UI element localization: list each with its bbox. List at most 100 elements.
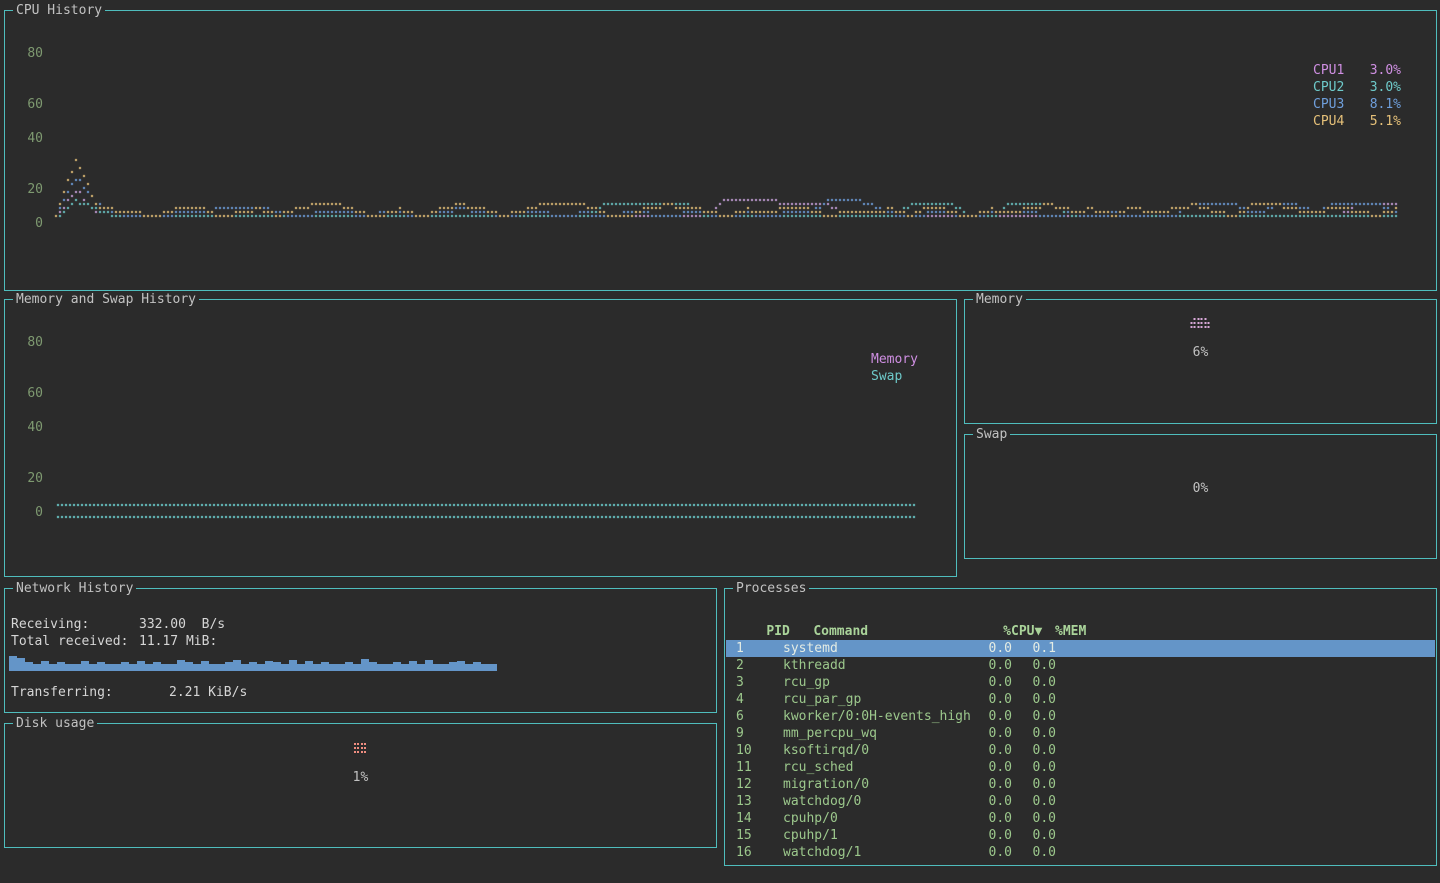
memswap-legend-item: Memory <box>871 351 918 368</box>
process-cell: 0.1 <box>1012 640 1056 657</box>
process-cell: 0.0 <box>1012 844 1056 861</box>
process-row[interactable]: 4rcu_par_gp0.00.0 <box>726 691 1435 708</box>
process-cell: migration/0 <box>783 776 971 793</box>
process-cell: 0.0 <box>1012 793 1056 810</box>
process-cell: 0.0 <box>971 657 1012 674</box>
network-history-title: Network History <box>13 580 136 597</box>
cpu-ytick-80: 80 <box>17 45 43 62</box>
column-header-cpu[interactable]: %CPU▼ <box>1001 623 1042 640</box>
cpu2-label: CPU2 <box>1313 79 1357 96</box>
process-row[interactable]: 13watchdog/00.00.0 <box>726 793 1435 810</box>
process-cell: 0.0 <box>971 793 1012 810</box>
process-cell: 3 <box>726 674 783 691</box>
column-header-mem[interactable]: %MEM <box>1042 623 1086 640</box>
swap-panel: Swap 0% <box>964 434 1437 559</box>
process-cell: 0.0 <box>1012 776 1056 793</box>
cpu-legend-item: CPU38.1% <box>1313 96 1401 113</box>
process-row[interactable]: 16watchdog/10.00.0 <box>726 844 1435 861</box>
process-row[interactable]: 1systemd0.00.1 <box>726 640 1435 657</box>
cpu-history-panel: CPU History 80 60 40 20 0 CPU13.0% CPU23… <box>4 10 1437 291</box>
process-row[interactable]: 2kthreadd0.00.0 <box>726 657 1435 674</box>
network-receive-sparkline <box>9 653 501 671</box>
cpu4-label: CPU4 <box>1313 113 1357 130</box>
process-row[interactable]: 9mm_percpu_wq0.00.0 <box>726 725 1435 742</box>
process-cell: 9 <box>726 725 783 742</box>
process-row[interactable]: 12migration/00.00.0 <box>726 776 1435 793</box>
swap-title: Swap <box>973 426 1010 443</box>
process-cell: cpuhp/0 <box>783 810 971 827</box>
memswap-history-panel: Memory and Swap History 80 60 40 20 0 Me… <box>4 299 957 577</box>
receiving-label: Receiving: <box>11 616 139 633</box>
process-cell: 0.0 <box>971 827 1012 844</box>
cpu-ytick-60: 60 <box>17 96 43 113</box>
disk-usage-value: 1% <box>5 769 716 786</box>
process-cell: 2 <box>726 657 783 674</box>
process-cell: 0.0 <box>971 810 1012 827</box>
process-cell: 14 <box>726 810 783 827</box>
memswap-legend: Memory Swap <box>871 351 918 385</box>
process-cell: 1 <box>726 640 783 657</box>
memory-usage-value: 6% <box>965 344 1436 361</box>
cpu3-label: CPU3 <box>1313 96 1357 113</box>
process-cell: cpuhp/1 <box>783 827 971 844</box>
process-cell: 0.0 <box>971 708 1012 725</box>
process-rows: 1systemd0.00.12kthreadd0.00.03rcu_gp0.00… <box>726 640 1435 861</box>
cpu-legend-item: CPU45.1% <box>1313 113 1401 130</box>
process-cell: 0.0 <box>971 776 1012 793</box>
transferring-label: Transferring: <box>11 684 139 701</box>
process-cell: 0.0 <box>1012 657 1056 674</box>
process-cell: 0.0 <box>971 725 1012 742</box>
process-cell: watchdog/1 <box>783 844 971 861</box>
cpu-history-chart <box>5 11 1436 290</box>
process-cell: 0.0 <box>971 742 1012 759</box>
process-row[interactable]: 14cpuhp/00.00.0 <box>726 810 1435 827</box>
cpu-legend-item: CPU13.0% <box>1313 62 1401 79</box>
cpu-legend-item: CPU23.0% <box>1313 79 1401 96</box>
process-row[interactable]: 10ksoftirqd/00.00.0 <box>726 742 1435 759</box>
process-row[interactable]: 6kworker/0:0H-events_high0.00.0 <box>726 708 1435 725</box>
cpu-ytick-20: 20 <box>17 181 43 198</box>
process-cell: 0.0 <box>1012 759 1056 776</box>
column-header-pid[interactable]: PID <box>756 623 813 640</box>
receiving-value: 332.00 B/s <box>139 617 225 632</box>
network-history-panel: Network History Receiving:332.00 B/s Tot… <box>4 588 717 713</box>
process-cell: kthreadd <box>783 657 971 674</box>
process-row[interactable]: 15cpuhp/10.00.0 <box>726 827 1435 844</box>
process-cell: ksoftirqd/0 <box>783 742 971 759</box>
process-cell: 16 <box>726 844 783 861</box>
process-cell: 0.0 <box>971 844 1012 861</box>
process-cell: 0.0 <box>971 691 1012 708</box>
cpu1-value: 3.0% <box>1357 62 1401 79</box>
processes-panel: Processes PIDCommand%CPU▼%MEM 1systemd0.… <box>724 588 1437 866</box>
process-cell: 13 <box>726 793 783 810</box>
process-cell: kworker/0:0H-events_high <box>783 708 971 725</box>
memswap-ytick-40: 40 <box>17 419 43 436</box>
cpu-ytick-0: 0 <box>17 215 43 232</box>
memswap-ytick-60: 60 <box>17 385 43 402</box>
process-cell: 15 <box>726 827 783 844</box>
process-cell: 0.0 <box>971 759 1012 776</box>
process-cell: 0.0 <box>1012 691 1056 708</box>
process-cell: 0.0 <box>971 640 1012 657</box>
memory-title: Memory <box>973 291 1026 308</box>
process-cell: 0.0 <box>1012 827 1056 844</box>
process-cell: rcu_gp <box>783 674 971 691</box>
process-cell: 0.0 <box>1012 708 1056 725</box>
disk-usage-title: Disk usage <box>13 715 97 732</box>
process-row[interactable]: 11rcu_sched0.00.0 <box>726 759 1435 776</box>
total-received-value: 11.17 MiB: <box>139 634 217 649</box>
swap-usage-value: 0% <box>965 480 1436 497</box>
cpu3-value: 8.1% <box>1357 96 1401 113</box>
swap-legend-label: Swap <box>871 368 902 385</box>
process-cell: 6 <box>726 708 783 725</box>
process-cell: systemd <box>783 640 971 657</box>
cpu-ytick-40: 40 <box>17 130 43 147</box>
process-cell: 10 <box>726 742 783 759</box>
column-header-command[interactable]: Command <box>813 623 1001 640</box>
cpu-legend: CPU13.0% CPU23.0% CPU38.1% CPU45.1% <box>1313 62 1401 130</box>
memswap-ytick-80: 80 <box>17 334 43 351</box>
process-row[interactable]: 3rcu_gp0.00.0 <box>726 674 1435 691</box>
processes-title: Processes <box>733 580 809 597</box>
process-cell: 11 <box>726 759 783 776</box>
process-cell: mm_percpu_wq <box>783 725 971 742</box>
